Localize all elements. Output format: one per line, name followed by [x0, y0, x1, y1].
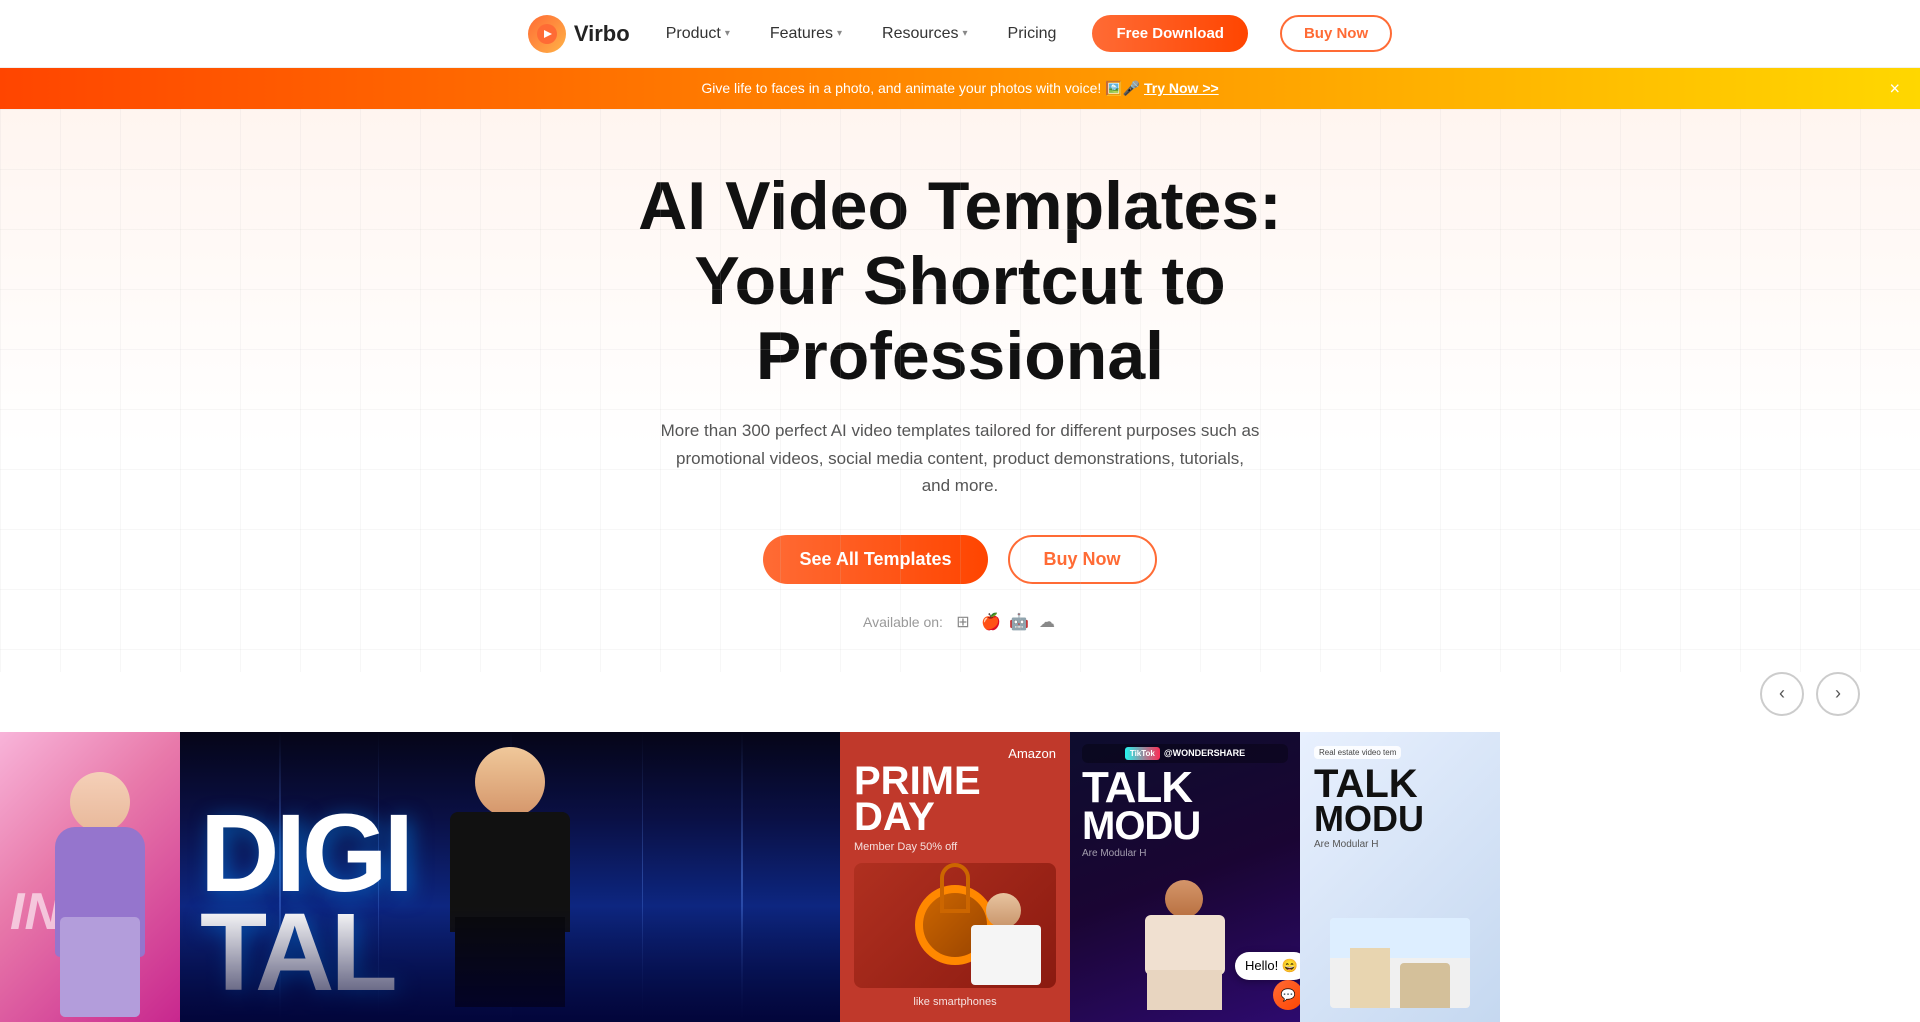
logo-text: Virbo: [574, 21, 630, 47]
promo-banner: Give life to faces in a photo, and anima…: [0, 68, 1920, 109]
card-5-label: Real estate video tem: [1314, 746, 1401, 759]
nav-pricing[interactable]: Pricing: [1004, 17, 1061, 51]
card-4-title: TALKMODU: [1082, 769, 1288, 844]
free-download-button[interactable]: Free Download: [1092, 15, 1248, 52]
video-card-1[interactable]: ING: [0, 732, 180, 1022]
prime-day-text: PRIMEDAY: [854, 763, 1056, 835]
android-icon: 🤖: [1009, 612, 1029, 632]
banner-close-button[interactable]: ×: [1889, 78, 1900, 99]
banner-try-now-link[interactable]: Try Now >>: [1144, 80, 1219, 96]
nav-product[interactable]: Product ▾: [662, 17, 734, 51]
logo-icon: [528, 15, 566, 53]
next-icon: ›: [1835, 683, 1841, 704]
navbar: Virbo Product ▾ Features ▾ Resources ▾ P…: [0, 0, 1920, 68]
prev-icon: ‹: [1779, 683, 1785, 704]
card-1-person: [20, 762, 180, 1022]
hero-buttons: See All Templates Buy Now: [20, 535, 1900, 584]
carousel-next-button[interactable]: ›: [1816, 672, 1860, 716]
logo[interactable]: Virbo: [528, 15, 630, 53]
video-card-realestate[interactable]: Real estate video tem TALKMODU Are Modul…: [1300, 732, 1500, 1022]
chat-icon-button[interactable]: 💬: [1273, 980, 1303, 1010]
resources-chevron: ▾: [963, 28, 968, 39]
nav-features[interactable]: Features ▾: [766, 17, 846, 51]
amazon-brand-text: Amazon: [1008, 746, 1056, 761]
chat-bubble: Hello! 😄: [1235, 952, 1308, 980]
card-5-subtitle: Are Modular H: [1314, 839, 1486, 850]
product-chevron: ▾: [725, 28, 730, 39]
hero-subtitle: More than 300 perfect AI video templates…: [660, 417, 1260, 499]
nav-resources[interactable]: Resources ▾: [878, 17, 972, 51]
video-card-amazon[interactable]: Amazon PRIMEDAY Member Day 50% off like …: [840, 732, 1070, 1022]
cloud-icon: ☁: [1037, 612, 1057, 632]
carousel-nav: ‹ ›: [0, 672, 1920, 716]
banner-text: Give life to faces in a photo, and anima…: [701, 80, 1218, 97]
carousel-prev-button[interactable]: ‹: [1760, 672, 1804, 716]
buy-now-nav-button[interactable]: Buy Now: [1280, 15, 1392, 52]
available-on: Available on: ⊞ 🍎 🤖 ☁: [20, 612, 1900, 632]
card-3-caption: like smartphones: [854, 996, 1056, 1008]
ios-icon: 🍎: [981, 612, 1001, 632]
platform-icons: ⊞ 🍎 🤖 ☁: [953, 612, 1057, 632]
features-chevron: ▾: [837, 28, 842, 39]
windows-icon: ⊞: [953, 612, 973, 632]
card-5-title: TALKMODU: [1314, 767, 1486, 835]
card-4-desc: Are Modular H: [1082, 848, 1288, 859]
tiktok-handle: @WONDERSHARE: [1164, 748, 1245, 758]
member-day-text: Member Day 50% off: [854, 841, 1056, 853]
hero-section: AI Video Templates: Your Shortcut to Pro…: [0, 109, 1920, 672]
card-2-overlay: [180, 732, 840, 1022]
video-card-tiktok[interactable]: TikTok @WONDERSHARE TALKMODU Are Modular…: [1070, 732, 1300, 1022]
hero-title: AI Video Templates: Your Shortcut to Pro…: [510, 169, 1410, 393]
tiktok-badge: TikTok: [1125, 747, 1160, 760]
video-cards-strip: ING DIGITAL Amazon: [0, 732, 1920, 1022]
video-card-digital[interactable]: DIGITAL: [180, 732, 840, 1022]
see-all-templates-button[interactable]: See All Templates: [763, 535, 987, 584]
hero-buy-now-button[interactable]: Buy Now: [1008, 535, 1157, 584]
